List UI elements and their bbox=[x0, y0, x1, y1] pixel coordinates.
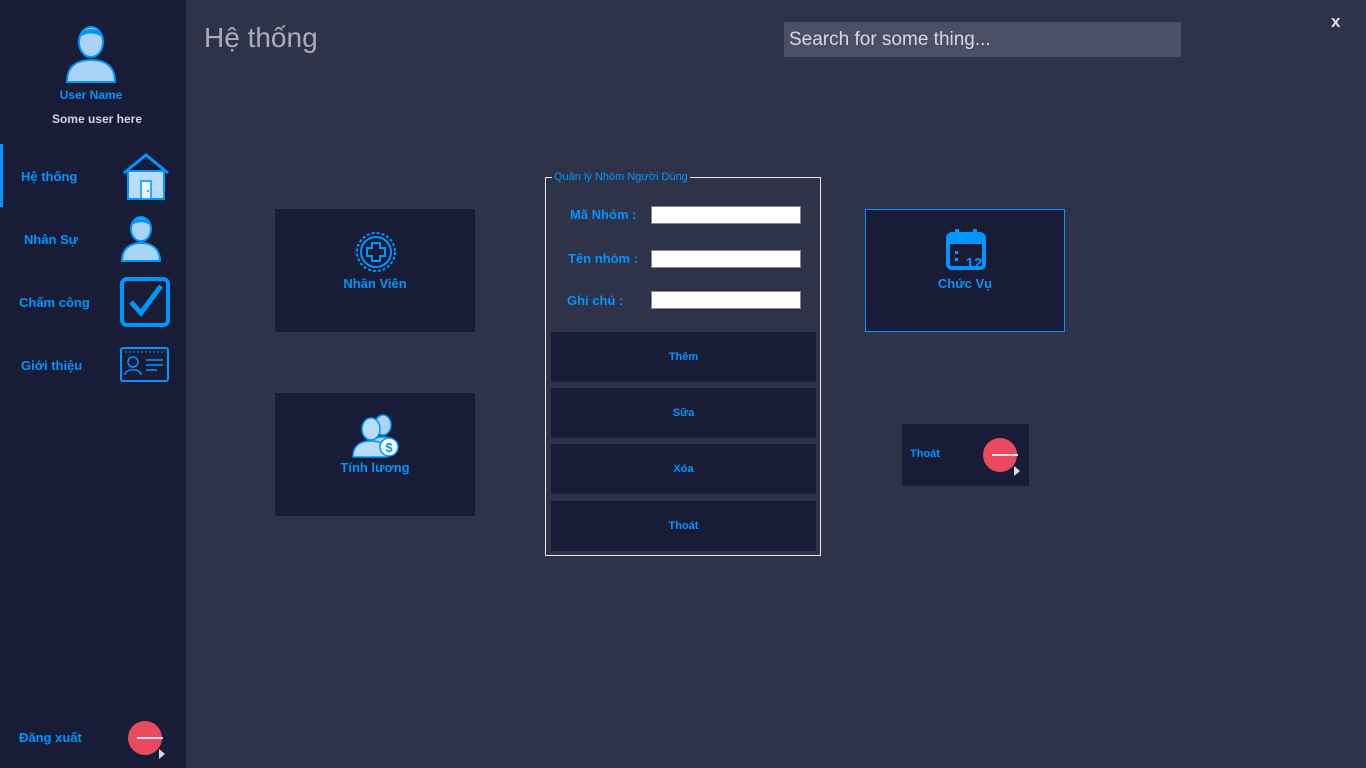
person-icon bbox=[120, 216, 162, 262]
logout-icon bbox=[128, 721, 165, 759]
search-input[interactable] bbox=[784, 22, 1181, 57]
logout-label: Đăng xuất bbox=[19, 730, 82, 745]
user-avatar-icon bbox=[65, 26, 117, 83]
user-subtitle: Some user here bbox=[51, 112, 143, 126]
group-name-label: Tên nhóm : bbox=[568, 251, 639, 266]
add-circle-icon bbox=[356, 232, 396, 272]
sidebar-item-label: Chấm công bbox=[19, 295, 90, 310]
id-card-icon bbox=[120, 347, 169, 382]
sidebar-item-about[interactable]: Giới thiệu bbox=[0, 333, 186, 396]
checkbox-icon bbox=[120, 277, 170, 327]
payroll-icon: $ bbox=[352, 414, 399, 458]
note-label: Ghi chú : bbox=[567, 293, 624, 308]
sidebar-item-system[interactable]: Hệ thống bbox=[0, 144, 186, 207]
home-icon bbox=[123, 153, 169, 200]
exit-label: Thoát bbox=[910, 448, 940, 460]
svg-text:12: 12 bbox=[966, 255, 983, 272]
delete-button[interactable]: Xóa bbox=[551, 444, 816, 494]
salary-tile[interactable]: $ Tính lương bbox=[275, 393, 475, 516]
panel-legend: Quản lý Nhóm Người Dùng bbox=[552, 171, 690, 183]
position-tile-label: Chức Vụ bbox=[937, 276, 993, 291]
group-id-label: Mã Nhóm : bbox=[570, 207, 637, 222]
svg-text:$: $ bbox=[385, 440, 393, 455]
calendar-icon: 12 bbox=[946, 229, 986, 272]
user-group-panel: Quản lý Nhóm Người Dùng Mã Nhóm : Tên nh… bbox=[545, 171, 821, 556]
close-button[interactable]: x bbox=[1331, 12, 1340, 32]
user-name: User Name bbox=[59, 88, 123, 102]
salary-tile-label: Tính lương bbox=[340, 460, 410, 475]
exit-icon bbox=[983, 438, 1020, 476]
group-name-field[interactable] bbox=[651, 250, 801, 268]
sidebar-item-label: Nhân Sự bbox=[24, 232, 79, 247]
employee-tile-label: Nhân Viên bbox=[343, 276, 407, 291]
group-id-field[interactable] bbox=[651, 206, 801, 224]
sidebar-item-hr[interactable]: Nhân Sự bbox=[0, 207, 186, 270]
note-field[interactable] bbox=[651, 291, 801, 309]
exit-button[interactable]: Thoát bbox=[902, 424, 1029, 486]
add-button[interactable]: Thêm bbox=[551, 332, 816, 382]
form-exit-button[interactable]: Thoát bbox=[551, 501, 816, 551]
edit-button[interactable]: Sữa bbox=[551, 388, 816, 438]
sidebar-item-label: Giới thiệu bbox=[21, 358, 83, 373]
position-tile[interactable]: 12 Chức Vụ bbox=[865, 209, 1065, 332]
sidebar-item-attendance[interactable]: Chấm công bbox=[0, 270, 186, 333]
sidebar: User Name Some user here Hệ thống Nhân S… bbox=[0, 0, 186, 768]
sidebar-item-label: Hệ thống bbox=[21, 169, 78, 184]
page-title: Hệ thống bbox=[204, 22, 318, 53]
logout-button[interactable]: Đăng xuất bbox=[0, 705, 186, 765]
employee-tile[interactable]: Nhân Viên bbox=[275, 209, 475, 332]
